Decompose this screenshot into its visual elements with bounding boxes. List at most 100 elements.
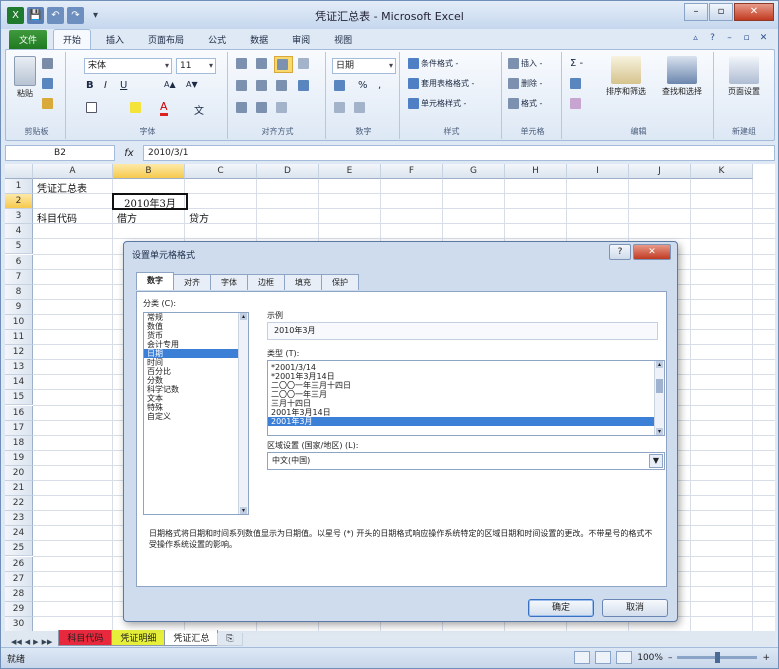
underline-button[interactable]: U [120, 80, 127, 91]
increase-indent-button[interactable] [256, 102, 269, 113]
column-header-j[interactable]: J [629, 164, 691, 179]
dialog-close-button[interactable]: ✕ [633, 244, 671, 260]
decrease-decimal-button[interactable] [354, 102, 367, 113]
ribbon-tab-4[interactable]: 公式 [199, 30, 235, 49]
row-header-11[interactable]: 11 [5, 330, 33, 346]
clear-button[interactable] [570, 98, 583, 109]
ribbon-tab-7[interactable]: 视图 [325, 30, 361, 49]
locale-dropdown[interactable]: 中文(中国) ▼ [267, 452, 665, 470]
row-header-3[interactable]: 3 [5, 209, 33, 225]
category-item[interactable]: 文本 [144, 394, 248, 403]
zoom-slider-thumb[interactable] [715, 652, 721, 663]
row-header-23[interactable]: 23 [5, 511, 33, 527]
ribbon-tab-5[interactable]: 数据 [241, 30, 277, 49]
paste-button[interactable]: 粘贴 [12, 56, 38, 99]
dialog-help-button[interactable]: ? [609, 244, 631, 260]
row-header-13[interactable]: 13 [5, 360, 33, 376]
last-sheet-icon[interactable]: ▶▶ [42, 638, 53, 646]
grow-font-button[interactable]: A▲ [164, 80, 176, 89]
category-item[interactable]: 常规 [144, 313, 248, 322]
align-left-button[interactable] [236, 80, 249, 91]
row-header-29[interactable]: 29 [5, 601, 33, 617]
help-icon[interactable]: ? [706, 32, 719, 45]
shrink-font-button[interactable]: A▼ [186, 80, 198, 89]
row-header-24[interactable]: 24 [5, 526, 33, 542]
ribbon-tab-6[interactable]: 审阅 [283, 30, 319, 49]
dialog-tab-0[interactable]: 数字 [136, 272, 174, 290]
category-item[interactable]: 自定义 [144, 412, 248, 421]
formula-input[interactable]: 2010/3/1 [143, 145, 775, 161]
align-top-button[interactable] [236, 58, 249, 69]
sheet-tab-0[interactable]: 科目代码 [58, 630, 113, 646]
row-header-26[interactable]: 26 [5, 556, 33, 572]
cell-b3[interactable]: 借方 [117, 210, 137, 225]
column-header-h[interactable]: H [505, 164, 567, 179]
row-header-30[interactable]: 30 [5, 616, 33, 631]
zoom-level[interactable]: 100% [637, 653, 663, 663]
borders-button[interactable] [86, 102, 99, 113]
page-setup-button[interactable]: 页面设置 [720, 56, 768, 97]
type-item[interactable]: 二〇〇一年三月十四日 [268, 381, 664, 390]
sheet-tab-2[interactable]: 凭证汇总 [164, 630, 219, 646]
dialog-tab-2[interactable]: 字体 [210, 274, 248, 290]
normal-view-button[interactable] [574, 651, 591, 664]
next-sheet-icon[interactable]: ▶ [33, 638, 38, 646]
decrease-indent-button[interactable] [236, 102, 249, 113]
cancel-button[interactable]: 取消 [602, 599, 668, 617]
zoom-slider[interactable] [677, 652, 758, 663]
row-header-4[interactable]: 4 [5, 224, 33, 240]
row-header-27[interactable]: 27 [5, 571, 33, 587]
row-header-1[interactable]: 1 [5, 179, 33, 195]
cell-styles-button[interactable]: 单元格样式 - [408, 98, 466, 109]
row-header-20[interactable]: 20 [5, 465, 33, 481]
row-header-15[interactable]: 15 [5, 390, 33, 406]
sort-filter-button[interactable]: 排序和筛选 [600, 56, 652, 97]
column-header-i[interactable]: I [567, 164, 629, 179]
row-header-22[interactable]: 22 [5, 496, 33, 512]
row-header-9[interactable]: 9 [5, 299, 33, 315]
category-item[interactable]: 时间 [144, 358, 248, 367]
ribbon-tab-1[interactable]: 开始 [53, 29, 92, 49]
new-sheet-icon[interactable]: ⎘ [217, 633, 243, 646]
row-header-19[interactable]: 19 [5, 450, 33, 466]
dialog-tab-1[interactable]: 对齐 [173, 274, 211, 290]
row-header-18[interactable]: 18 [5, 435, 33, 451]
merge-button[interactable] [298, 80, 311, 91]
cell-a3[interactable]: 科目代码 [37, 210, 77, 225]
row-header-5[interactable]: 5 [5, 239, 33, 255]
ribbon-tab-3[interactable]: 页面布局 [139, 30, 193, 49]
collapse-ribbon-icon[interactable]: ▵ [689, 32, 702, 45]
row-header-8[interactable]: 8 [5, 284, 33, 300]
type-item[interactable]: 2001年3月 [268, 417, 664, 426]
scroll-up-icon[interactable]: ▴ [240, 313, 247, 320]
column-header-f[interactable]: F [381, 164, 443, 179]
row-header-6[interactable]: 6 [5, 254, 33, 270]
window-restore-icon[interactable]: ▫ [740, 32, 753, 45]
font-color-button[interactable]: A [160, 100, 168, 116]
row-header-10[interactable]: 10 [5, 314, 33, 330]
column-header-a[interactable]: A [33, 164, 113, 179]
category-scrollbar[interactable]: ▴ ▾ [238, 313, 248, 514]
wrap-text-button[interactable] [276, 102, 289, 113]
window-min-icon[interactable]: – [723, 32, 736, 45]
zoom-out-button[interactable]: – [668, 653, 673, 663]
column-header-c[interactable]: C [185, 164, 257, 179]
category-item[interactable]: 分数 [144, 376, 248, 385]
comma-button[interactable]: , [378, 80, 381, 91]
type-item[interactable]: 2001年3月14日 [268, 408, 664, 417]
align-center-button[interactable] [256, 80, 269, 91]
category-item[interactable]: 特殊 [144, 403, 248, 412]
category-item[interactable]: 百分比 [144, 367, 248, 376]
cell-b2[interactable]: 2010年3月 [112, 193, 188, 210]
column-header-g[interactable]: G [443, 164, 505, 179]
percent-button[interactable]: % [358, 80, 368, 91]
row-header-28[interactable]: 28 [5, 586, 33, 602]
column-header-d[interactable]: D [257, 164, 319, 179]
sheet-tab-1[interactable]: 凭证明细 [111, 630, 166, 646]
number-format-combo[interactable]: 日期 [332, 58, 396, 74]
row-header-17[interactable]: 17 [5, 420, 33, 436]
format-cells-button[interactable]: 格式 - [508, 98, 542, 109]
increase-decimal-button[interactable] [334, 102, 347, 113]
dialog-tab-5[interactable]: 保护 [321, 274, 359, 290]
row-header-12[interactable]: 12 [5, 345, 33, 361]
